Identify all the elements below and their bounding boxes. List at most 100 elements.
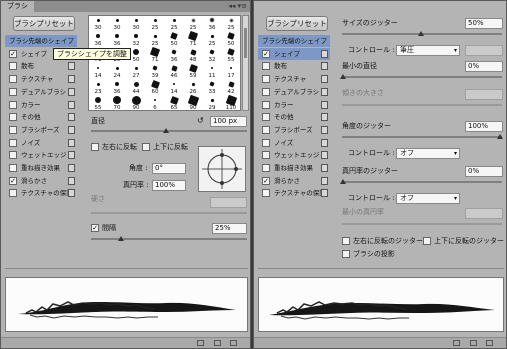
category-checkbox[interactable]	[262, 75, 270, 84]
lock-icon[interactable]	[321, 189, 328, 198]
brush-tip-cell[interactable]: 90	[128, 94, 144, 110]
brush-tip-cell[interactable]: 36	[109, 78, 125, 95]
brush-tip-cell[interactable]: 32	[204, 46, 220, 63]
brush-tip-cell[interactable]: 30	[128, 16, 144, 31]
angle-jitter-slider[interactable]	[342, 136, 502, 138]
brush-tip-cell[interactable]: 70	[109, 94, 125, 110]
brush-category-item[interactable]: カラー	[5, 99, 77, 111]
lock-icon[interactable]	[68, 100, 75, 109]
brush-tip-cell[interactable]: 60	[147, 78, 163, 95]
new-brush-icon[interactable]	[214, 340, 221, 346]
roundness-jitter-field[interactable]: 0%	[465, 166, 503, 177]
category-checkbox[interactable]	[9, 164, 17, 172]
roundness-field[interactable]: 100%	[152, 180, 186, 191]
category-checkbox[interactable]	[262, 138, 270, 147]
flip-y-jitter-checkbox[interactable]	[423, 237, 431, 245]
size-control-select[interactable]: 筆圧 ▾	[396, 45, 460, 56]
category-checkbox[interactable]: ✓	[9, 49, 17, 58]
lock-icon[interactable]	[68, 176, 75, 185]
toggle-bristle-preview-icon[interactable]	[453, 340, 460, 346]
diameter-slider-thumb[interactable]	[163, 128, 169, 133]
brush-tip-cell[interactable]: 6	[147, 94, 163, 110]
lock-icon[interactable]	[321, 87, 328, 96]
brush-tip-cell[interactable]: 44	[128, 78, 144, 95]
brush-angle-preview[interactable]	[198, 146, 246, 192]
category-checkbox[interactable]	[9, 151, 17, 160]
brush-category-item[interactable]: テクスチャ	[5, 73, 77, 85]
brush-preset-button[interactable]: ブラシプリセット	[13, 16, 75, 31]
brush-tip-grid[interactable]: 30 30 30 25 25 25 36 25 36 36 32 25 50 71 25 50 71 25 50 71…	[88, 15, 241, 111]
brush-tip-cell[interactable]: 36	[90, 30, 106, 47]
create-preset-icon[interactable]	[230, 340, 237, 346]
size-jitter-thumb[interactable]	[418, 31, 424, 36]
brush-category-item[interactable]: ノイズ	[258, 137, 330, 149]
brush-tip-cell[interactable]: 42	[223, 78, 239, 95]
min-diameter-slider[interactable]	[342, 76, 502, 78]
category-checkbox[interactable]: ✓	[262, 49, 270, 58]
brush-tip-cell[interactable]: 59	[185, 62, 201, 79]
lock-icon[interactable]	[321, 75, 328, 84]
lock-icon[interactable]	[321, 164, 328, 172]
category-checkbox[interactable]: ✓	[9, 176, 17, 185]
spacing-field[interactable]: 25%	[212, 223, 247, 234]
brush-tip-cell[interactable]: 32	[128, 30, 144, 47]
brush-category-item[interactable]: デュアルブラシ	[258, 86, 330, 98]
brush-category-item[interactable]: ✓ 滑らかさ	[258, 175, 330, 187]
brush-category-item[interactable]: 重ね描き効果	[258, 162, 330, 174]
brush-tip-cell[interactable]: 11	[204, 62, 220, 79]
create-preset-icon[interactable]	[486, 340, 493, 346]
tilt-scale-field[interactable]	[465, 89, 503, 100]
tilt-scale-slider[interactable]	[342, 104, 502, 106]
reset-size-icon[interactable]: ↺	[197, 116, 204, 125]
brush-category-item[interactable]: ✓ 滑らかさ	[5, 175, 77, 187]
category-checkbox[interactable]	[9, 113, 17, 122]
brush-category-item[interactable]: カラー	[258, 99, 330, 111]
angle-control-select[interactable]: オフ ▾	[396, 148, 460, 159]
category-checkbox[interactable]	[262, 164, 270, 172]
brush-tip-cell[interactable]: 25	[147, 16, 163, 31]
brush-tip-cell[interactable]: 25	[223, 16, 239, 31]
tab-brush[interactable]: ブラシ	[1, 1, 34, 12]
grid-scrollbar[interactable]	[242, 15, 249, 111]
lock-icon[interactable]	[321, 49, 328, 58]
brush-tip-cell[interactable]: 71	[185, 30, 201, 47]
brush-preset-button[interactable]: ブラシプリセット	[266, 16, 328, 31]
brush-tip-cell[interactable]: 27	[128, 62, 144, 79]
brush-category-item[interactable]: 散布	[258, 60, 330, 72]
brush-tip-cell[interactable]: 55	[223, 46, 239, 63]
brush-tip-cell[interactable]: 39	[147, 62, 163, 79]
category-checkbox[interactable]	[9, 100, 17, 109]
hardness-slider[interactable]	[91, 212, 247, 214]
lock-icon[interactable]	[68, 151, 75, 160]
angle-jitter-field[interactable]: 100%	[465, 121, 503, 132]
brush-tip-cell[interactable]: 30	[90, 16, 106, 31]
brush-category-item[interactable]: 散布	[5, 60, 77, 72]
lock-icon[interactable]	[321, 151, 328, 160]
brush-tip-cell[interactable]: 65	[166, 94, 182, 110]
brush-category-item[interactable]: ブラシ先端のシェイプ	[5, 35, 77, 47]
brush-category-item[interactable]: ウェットエッジ	[258, 149, 330, 161]
brush-tip-cell[interactable]: 90	[185, 94, 201, 110]
brush-category-item[interactable]: ブラシポーズ	[258, 124, 330, 136]
brush-category-item[interactable]: その他	[5, 111, 77, 123]
brush-category-item[interactable]: テクスチャ	[258, 73, 330, 85]
brush-tip-cell[interactable]: 30	[109, 16, 125, 31]
brush-tip-cell[interactable]: 33	[204, 78, 220, 95]
category-checkbox[interactable]	[9, 138, 17, 147]
brush-category-item[interactable]: ブラシ先端のシェイプ	[258, 35, 330, 47]
min-roundness-field[interactable]	[465, 208, 503, 219]
lock-icon[interactable]	[321, 176, 328, 185]
panel-menu-icon[interactable]: ◂◂ ▾≡	[228, 2, 247, 10]
brush-tip-cell[interactable]: 36	[204, 16, 220, 31]
category-checkbox[interactable]	[9, 87, 17, 96]
lock-icon[interactable]	[68, 138, 75, 147]
flip-x-jitter-checkbox[interactable]	[342, 237, 350, 245]
lock-icon[interactable]	[321, 138, 328, 147]
brush-tip-cell[interactable]: 25	[204, 30, 220, 47]
brush-category-item[interactable]: その他	[258, 111, 330, 123]
lock-icon[interactable]	[321, 100, 328, 109]
angle-jitter-thumb[interactable]	[497, 134, 503, 139]
spacing-checkbox[interactable]: ✓	[91, 224, 99, 232]
size-control-field[interactable]	[465, 45, 503, 56]
flip-x-checkbox[interactable]	[91, 143, 99, 151]
